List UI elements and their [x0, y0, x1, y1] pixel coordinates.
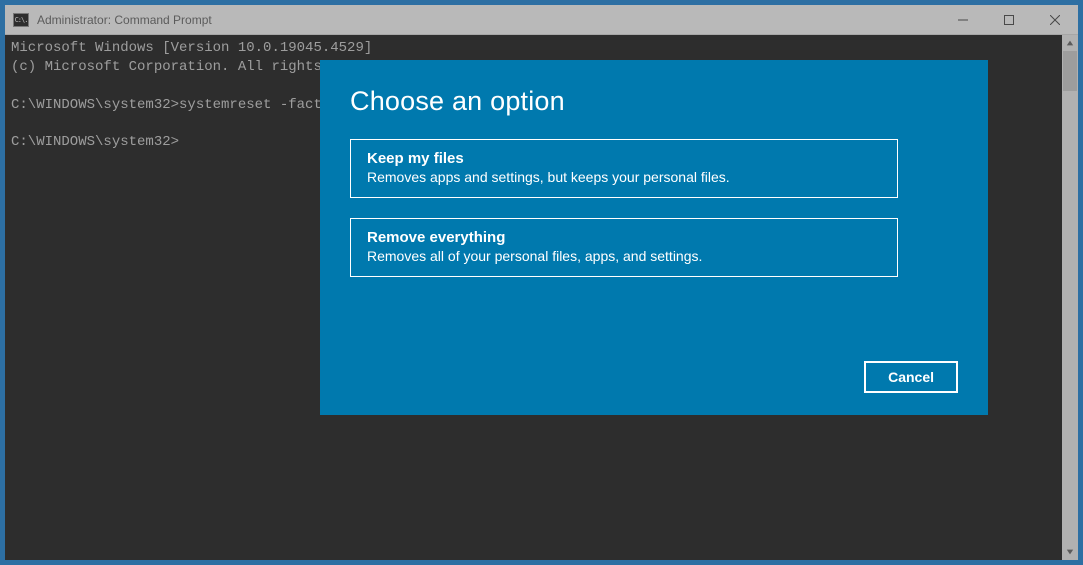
option-title: Remove everything: [367, 229, 881, 246]
dialog-footer: Cancel: [350, 361, 958, 393]
option-keep-my-files[interactable]: Keep my files Removes apps and settings,…: [350, 139, 898, 198]
option-description: Removes apps and settings, but keeps you…: [367, 169, 881, 185]
option-remove-everything[interactable]: Remove everything Removes all of your pe…: [350, 218, 898, 277]
system-reset-dialog: Choose an option Keep my files Removes a…: [320, 60, 988, 415]
option-description: Removes all of your personal files, apps…: [367, 248, 881, 264]
option-title: Keep my files: [367, 150, 881, 167]
dialog-title: Choose an option: [350, 86, 958, 117]
cancel-button[interactable]: Cancel: [864, 361, 958, 393]
